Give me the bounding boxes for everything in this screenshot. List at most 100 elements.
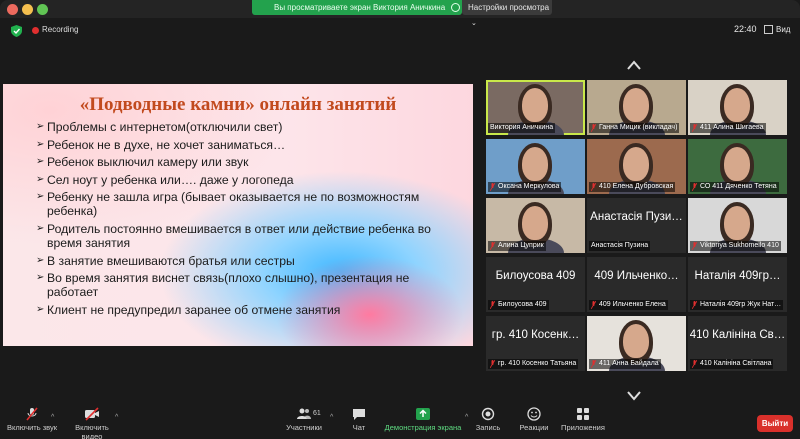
mic-muted-icon xyxy=(591,360,596,368)
participant-name-label: Оксана Меркулова xyxy=(488,182,562,192)
share-options-chevron-icon[interactable]: ^ xyxy=(465,414,468,421)
record-button[interactable]: Запись xyxy=(474,407,502,432)
participant-name-display: Билоусова 409 xyxy=(495,270,576,282)
audio-options-chevron-icon[interactable]: ^ xyxy=(51,414,54,421)
participant-name-label: 411 Анна Байдала xyxy=(589,359,661,369)
participant-name-text: Виктория Аничкина xyxy=(490,124,554,131)
smiley-icon xyxy=(527,407,541,421)
participant-tile[interactable]: Билоусова 409 Билоусова 409 xyxy=(486,257,585,312)
participant-name-label: Алина Цуприк xyxy=(488,241,546,251)
slide-bullet: Ребенку не зашла игра (бывает оказываетс… xyxy=(36,190,456,218)
participant-tile[interactable]: Виктория Аничкина xyxy=(486,80,585,135)
participant-name-display: гр. 410 Косенк… xyxy=(491,329,580,341)
participant-name-label: гр. 410 Косенко Татьяна xyxy=(488,359,579,369)
mic-muted-icon xyxy=(692,183,697,191)
participant-tile[interactable]: Наталія 409гр… Наталія 409гр Жук Нат… xyxy=(688,257,787,312)
participant-tile[interactable]: Анастасія Пузи… Анастасія Пузина xyxy=(587,198,686,253)
mic-muted-icon xyxy=(591,301,596,309)
recording-label: Recording xyxy=(42,25,79,34)
view-settings-dropdown[interactable]: Настройки просмотра ⌄ xyxy=(462,0,552,27)
record-icon xyxy=(481,407,495,421)
participant-name-label: СО 411 Дяченко Тетяна xyxy=(690,182,779,192)
participant-tile[interactable]: гр. 410 Косенк… гр. 410 Косенко Татьяна xyxy=(486,316,585,371)
chat-label: Чат xyxy=(352,423,366,432)
participant-name-label: Билоусова 409 xyxy=(488,300,549,310)
slide-bullet: Ребенок не в духе, не хочет заниматься… xyxy=(36,138,456,152)
participant-silhouette xyxy=(623,88,649,122)
participants-options-chevron-icon[interactable]: ^ xyxy=(330,414,333,421)
participants-label: Участники xyxy=(286,423,322,432)
participant-name-label: Наталія 409гр Жук Нат… xyxy=(690,300,784,310)
participant-name-text: 411 Алина Шигаева xyxy=(700,124,764,131)
participant-tile[interactable]: 411 Анна Байдала xyxy=(587,316,686,371)
participant-name-text: Viktoriya Sukhomeilo 410 xyxy=(700,242,779,249)
close-window-button[interactable] xyxy=(7,4,18,15)
participant-name-text: Оксана Меркулова xyxy=(498,183,560,190)
mic-muted-icon xyxy=(692,360,697,368)
participant-tile[interactable]: 411 Алина Шигаева xyxy=(688,80,787,135)
participant-name-label: Анастасія Пузина xyxy=(589,241,651,251)
leave-meeting-button[interactable]: Выйти xyxy=(757,415,793,432)
participant-name-text: 411 Анна Байдала xyxy=(599,360,659,367)
slide-bullet: Ребенок выключил камеру или звук xyxy=(36,155,456,169)
gallery-next-page-icon[interactable] xyxy=(627,391,641,401)
reactions-button[interactable]: Реакции xyxy=(517,407,551,432)
participant-name-text: Алина Цуприк xyxy=(498,242,544,249)
participant-tile[interactable]: Ганна Мицик (викладач) xyxy=(587,80,686,135)
mic-muted-icon xyxy=(692,242,697,250)
share-indicator-icon xyxy=(451,3,460,12)
participant-tile[interactable]: СО 411 Дяченко Тетяна xyxy=(688,139,787,194)
participant-tile[interactable]: 410 Калініна Св… 410 Калініна Світлана xyxy=(688,316,787,371)
mic-muted-icon xyxy=(490,301,495,309)
mic-muted-icon xyxy=(490,360,495,368)
zoom-window: Вы просматриваете экран Виктория Аничкин… xyxy=(0,0,800,439)
participant-tile[interactable]: Viktoriya Sukhomeilo 410 xyxy=(688,198,787,253)
view-button[interactable]: Вид xyxy=(762,22,798,37)
mic-muted-icon xyxy=(26,407,38,421)
slide-bullet: Во время занятия виснет связь(плохо слыш… xyxy=(36,271,456,299)
participant-name-text: 410 Калініна Світлана xyxy=(700,360,772,367)
shield-icon[interactable] xyxy=(11,25,22,37)
fullscreen-window-button[interactable] xyxy=(37,4,48,15)
slide-bullet: Клиент не предупредил заранее об отмене … xyxy=(36,303,456,317)
participant-name-text: 410 Елена Дубровская xyxy=(599,183,674,190)
minimize-window-button[interactable] xyxy=(22,4,33,15)
participant-silhouette xyxy=(522,147,548,181)
participant-name-text: Наталія 409гр Жук Нат… xyxy=(700,301,782,308)
start-video-button[interactable]: Включить видео xyxy=(64,407,120,439)
participant-name-label: 411 Алина Шигаева xyxy=(690,123,766,133)
apps-button[interactable]: Приложения xyxy=(560,407,606,432)
participant-name-label: Viktoriya Sukhomeilo 410 xyxy=(690,241,781,251)
slide-bullet: В занятие вмешиваются братья или сестры xyxy=(36,254,456,268)
participant-name-display: 409 Ильченко… xyxy=(594,270,679,282)
participant-name-text: СО 411 Дяченко Тетяна xyxy=(700,183,777,190)
mic-muted-icon xyxy=(490,183,495,191)
share-screen-icon xyxy=(416,408,430,420)
participant-name-display: Наталія 409гр… xyxy=(694,270,781,282)
slide-title: «Подводные камни» онлайн занятий xyxy=(79,94,397,115)
recording-icon xyxy=(32,27,39,34)
participant-tile[interactable]: 410 Елена Дубровская xyxy=(587,139,686,194)
participant-name-label: Виктория Аничкина xyxy=(488,123,556,133)
participants-count: 61 xyxy=(313,410,321,417)
reactions-label: Реакции xyxy=(519,423,549,432)
participant-tile[interactable]: 409 Ильченко… 409 Ильченко Елена xyxy=(587,257,686,312)
participant-tile[interactable]: Оксана Меркулова xyxy=(486,139,585,194)
participant-silhouette xyxy=(623,147,649,181)
mic-muted-icon xyxy=(692,301,697,309)
share-banner: Вы просматриваете экран Виктория Аничкин… xyxy=(252,0,462,15)
participant-tile[interactable]: Алина Цуприк xyxy=(486,198,585,253)
participant-silhouette xyxy=(522,206,548,240)
chat-button[interactable]: Чат xyxy=(345,407,373,432)
participant-silhouette xyxy=(522,88,548,122)
participant-name-text: Билоусова 409 xyxy=(498,301,547,308)
participant-silhouette xyxy=(623,324,649,358)
share-screen-button[interactable]: Демонстрация экрана xyxy=(384,407,462,432)
mic-muted-icon xyxy=(591,124,596,132)
gallery-prev-page-icon[interactable] xyxy=(627,60,641,70)
video-options-chevron-icon[interactable]: ^ xyxy=(115,414,118,421)
shared-screen-slide: «Подводные камни» онлайн занятий Проблем… xyxy=(3,84,473,346)
slide-bullet: Проблемы с интернетом(отключили свет) xyxy=(36,120,456,134)
chevron-down-icon: ⌄ xyxy=(471,20,477,27)
camera-off-icon xyxy=(85,407,99,421)
